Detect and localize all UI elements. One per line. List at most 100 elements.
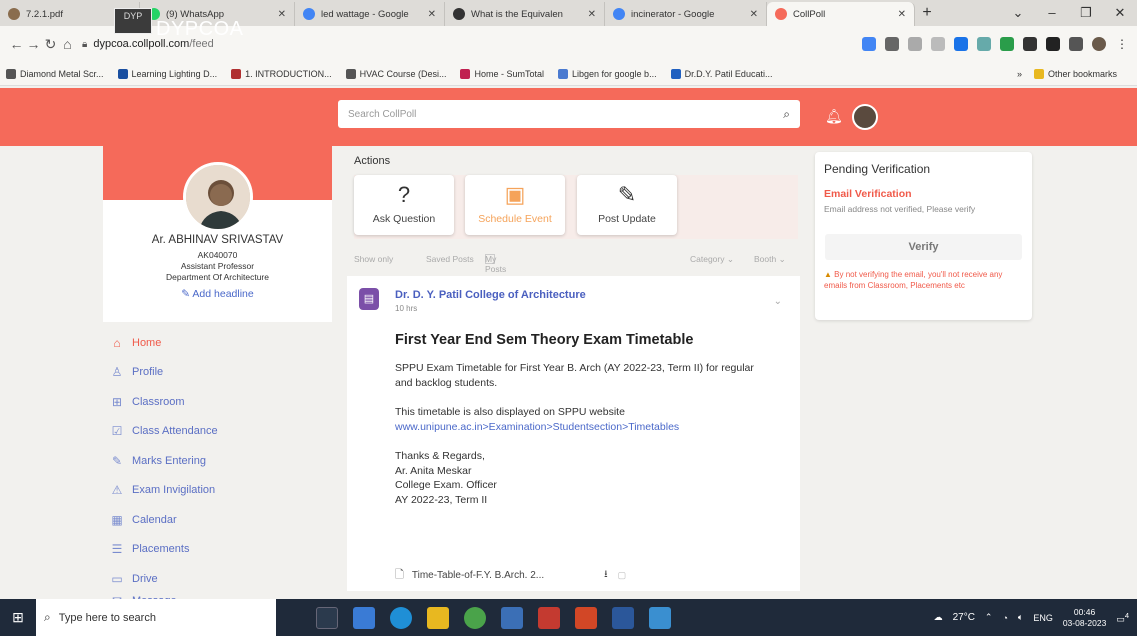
browser-tab-incinerator[interactable]: incinerator - Google ✕ xyxy=(605,2,767,26)
puzzle-icon[interactable] xyxy=(1046,37,1060,51)
brand-title[interactable]: DYPCOA xyxy=(156,18,243,41)
add-headline-link[interactable]: ✎ Add headline xyxy=(103,288,332,300)
sidebar-item-exam-invigilation[interactable]: ⚠ Exam Invigilation xyxy=(108,476,328,506)
bookmark-item[interactable]: Diamond Metal Scr... xyxy=(6,68,104,79)
sidebar-item-home[interactable]: ⌂ Home xyxy=(108,328,328,358)
globe-icon xyxy=(6,68,16,79)
system-tray: ☁ 27°C ⌃ ◔ 🔈︎ ENG 00:46 03-08-2023 ▭4 xyxy=(934,599,1129,636)
bookmark-icon xyxy=(670,68,681,79)
bookmark-item[interactable]: Learning Lighting D... xyxy=(117,68,217,79)
notification-icon[interactable]: ▭4 xyxy=(1116,611,1129,625)
category-dropdown[interactable]: Category ⌄ xyxy=(690,254,734,265)
tab-search-icon[interactable]: ⌄ xyxy=(1001,0,1035,26)
sidebar-item-profile[interactable]: ♙ Profile xyxy=(108,358,328,388)
pdf-app-icon[interactable] xyxy=(538,606,560,629)
network-icon[interactable]: ◔ xyxy=(1002,613,1007,623)
sidebar-item-placements[interactable]: ☰ Placements xyxy=(108,535,328,565)
menu-icon[interactable]: ⋮ xyxy=(1115,37,1129,51)
close-icon[interactable]: ✕ xyxy=(750,9,758,20)
sidebar-item-class-attendance[interactable]: ☑ Class Attendance xyxy=(108,417,328,447)
bell-icon[interactable]: 🔔︎ xyxy=(825,108,843,125)
search-bar: ⌕ xyxy=(338,100,800,128)
post-attachment[interactable]: 🗋︎ Time-Table-of-F.Y. B.Arch. 2... ⭳ ▢ xyxy=(395,566,626,585)
college-logo[interactable]: DYP xyxy=(114,8,152,34)
restore-button[interactable]: ❐ xyxy=(1069,0,1103,26)
browser-tab-google-led[interactable]: led wattage - Google ✕ xyxy=(295,2,445,26)
task-view-icon[interactable] xyxy=(316,606,338,629)
browser-tab-equivalent[interactable]: What is the Equivalen ✕ xyxy=(445,2,605,26)
star-icon[interactable] xyxy=(931,37,945,51)
post-update-button[interactable]: ✎ Post Update xyxy=(577,175,677,235)
close-window-button[interactable]: ✕ xyxy=(1103,0,1137,26)
windows-start-icon[interactable]: ⊞ xyxy=(0,609,36,626)
question-icon: ? xyxy=(397,182,411,207)
sidebar-item-marks-entering[interactable]: ✎ Marks Entering xyxy=(108,446,328,476)
close-icon[interactable]: ✕ xyxy=(428,9,436,20)
extension-icon[interactable] xyxy=(1023,37,1037,51)
weather-icon[interactable]: ☁ xyxy=(934,612,943,623)
close-icon[interactable]: ✕ xyxy=(898,9,906,20)
bookmark-item[interactable]: Dr.D.Y. Patil Educati... xyxy=(670,68,772,79)
home-icon[interactable]: ⌂ xyxy=(59,36,76,52)
avatar[interactable] xyxy=(183,162,253,232)
lang-indicator[interactable]: ENG xyxy=(1033,613,1053,623)
powerpoint-icon[interactable] xyxy=(575,606,597,629)
sidebar-icon[interactable] xyxy=(1069,37,1083,51)
email-verification-label: Email Verification xyxy=(824,188,912,200)
header-avatar[interactable] xyxy=(852,104,878,130)
post-author[interactable]: Dr. D. Y. Patil College of Architecture xyxy=(395,289,586,301)
bookmark-item[interactable]: HVAC Course (Desi... xyxy=(345,68,446,79)
extension-icon[interactable] xyxy=(1000,37,1014,51)
new-tab-button[interactable]: + xyxy=(915,2,939,26)
taskbar-search[interactable]: ⌕ Type here to search xyxy=(36,599,276,636)
bookmark-item[interactable]: Home - SumTotal xyxy=(460,68,544,79)
extension-icon[interactable] xyxy=(977,37,991,51)
other-bookmarks[interactable]: Other bookmarks xyxy=(1033,68,1117,79)
search-input[interactable] xyxy=(348,108,784,120)
sppu-timetable-link[interactable]: www.unipune.ac.in>Examination>Studentsec… xyxy=(395,420,795,435)
edge-icon[interactable] xyxy=(390,606,412,629)
forward-icon[interactable]: → xyxy=(25,36,42,52)
share-icon[interactable] xyxy=(908,37,922,51)
verify-button[interactable]: Verify xyxy=(825,234,1022,260)
bookmarks-overflow-button[interactable]: » xyxy=(1017,69,1022,79)
minimize-button[interactable]: – xyxy=(1035,0,1069,26)
show-hidden-icons[interactable]: ⌃ xyxy=(985,612,993,623)
bookmark-item[interactable]: Libgen for google b... xyxy=(558,68,657,79)
file-explorer-icon[interactable] xyxy=(427,606,449,629)
browser-tab-collpoll[interactable]: CollPoll ✕ xyxy=(767,2,915,26)
mail-icon[interactable] xyxy=(501,606,523,629)
google-icon xyxy=(303,8,315,20)
word-icon[interactable] xyxy=(612,606,634,629)
weather-temp[interactable]: 27°C xyxy=(953,612,975,623)
sidebar-item-classroom[interactable]: ⊞ Classroom xyxy=(108,387,328,417)
volume-icon[interactable]: 🔈︎ xyxy=(1018,612,1023,623)
feed-filters: Show only Saved Posts My Posts Category … xyxy=(354,254,786,274)
reload-icon[interactable]: ↻ xyxy=(42,36,59,53)
store-icon[interactable] xyxy=(353,606,375,629)
back-icon[interactable]: ← xyxy=(8,36,25,52)
saved-posts-filter[interactable]: Saved Posts xyxy=(426,254,474,264)
schedule-event-button[interactable]: ▣ Schedule Event xyxy=(465,175,565,235)
profile-icon[interactable] xyxy=(1092,37,1106,51)
chevron-down-icon[interactable]: ⌄ xyxy=(774,296,782,307)
booth-dropdown[interactable]: Booth ⌄ xyxy=(754,254,786,265)
clock[interactable]: 00:46 03-08-2023 xyxy=(1063,607,1106,629)
ask-question-button[interactable]: ? Ask Question xyxy=(354,175,454,235)
extension-icon[interactable] xyxy=(954,37,968,51)
key-icon[interactable] xyxy=(885,37,899,51)
download-icon[interactable]: ⭳ xyxy=(604,567,608,584)
close-icon[interactable]: ✕ xyxy=(588,9,596,20)
photos-icon[interactable] xyxy=(649,606,671,629)
preview-icon[interactable]: ▢ xyxy=(618,570,627,581)
search-icon[interactable]: ⌕ xyxy=(783,107,790,122)
exam-icon: ⚠ xyxy=(111,483,123,498)
bookmark-item[interactable]: 1. INTRODUCTION... xyxy=(231,68,332,79)
close-icon[interactable]: ✕ xyxy=(278,9,286,20)
google-lens-icon[interactable] xyxy=(862,37,876,51)
user-icon: ♙ xyxy=(111,365,123,380)
sidebar-item-calendar[interactable]: ▦ Calendar xyxy=(108,505,328,535)
globe-icon xyxy=(345,68,356,79)
sidebar-item-drive[interactable]: ▭ Drive xyxy=(108,564,328,594)
chrome-icon[interactable] xyxy=(464,606,486,629)
